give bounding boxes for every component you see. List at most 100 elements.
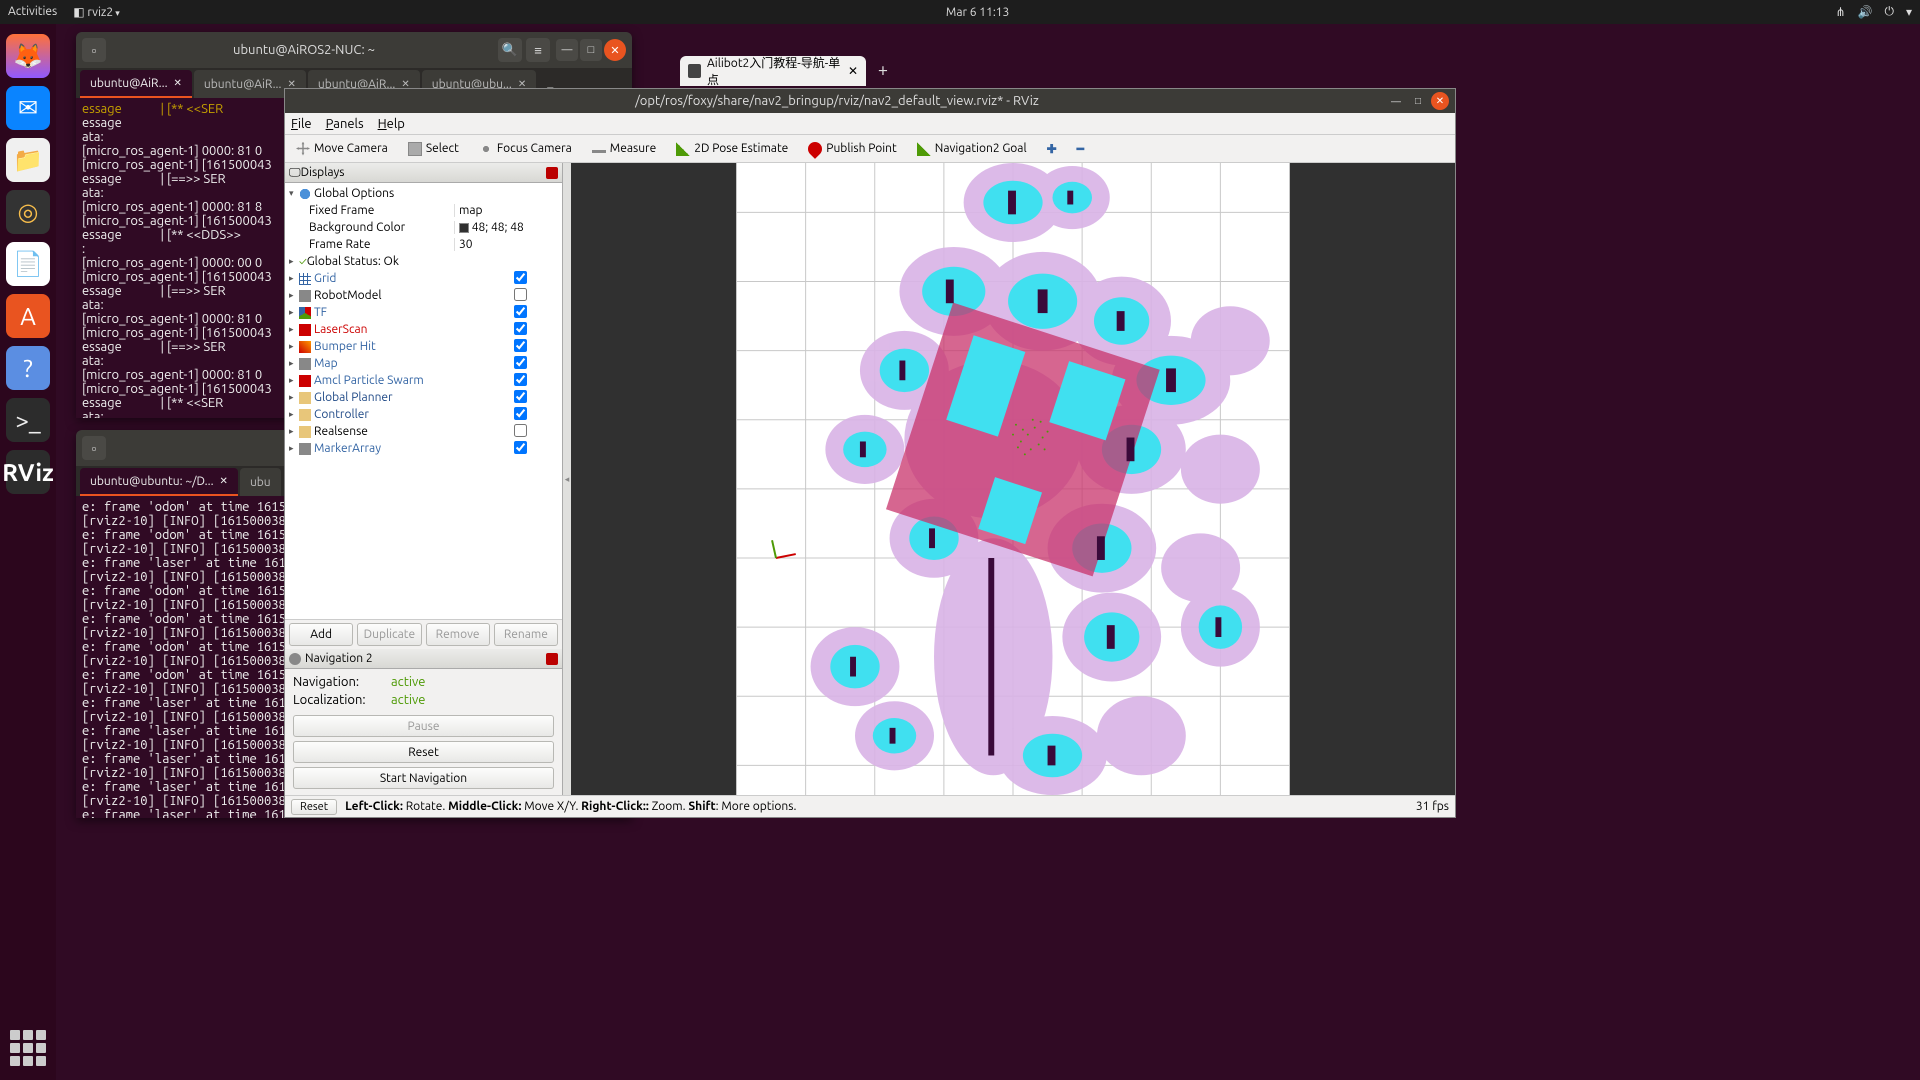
display-checkbox[interactable] [514,288,527,301]
expand-icon[interactable]: ▸ [289,375,299,386]
close-icon[interactable]: ✕ [174,77,182,89]
tree-item[interactable]: Grid [314,272,454,285]
terminal-icon[interactable]: >_ [6,398,50,442]
activities-button[interactable]: Activities [8,5,57,19]
expand-icon[interactable]: ▸ [289,426,299,437]
expand-icon[interactable]: ▾ [289,188,299,199]
new-tab-icon[interactable]: ▫ [82,436,106,460]
thunderbird-icon[interactable]: ✉ [6,86,50,130]
close-button[interactable]: ✕ [604,39,626,61]
browser-tab[interactable]: Ailibot2入门教程-导航-单点 ✕ [680,56,866,86]
rviz-icon[interactable]: RViz [6,450,50,494]
start-navigation-button[interactable]: Start Navigation [293,767,554,789]
menu-panels[interactable]: Panels [326,117,364,131]
tree-item[interactable]: Controller [314,408,454,421]
tree-item[interactable]: RobotModel [314,289,454,302]
display-checkbox[interactable] [514,339,527,352]
terminal-titlebar[interactable]: ▫ ubuntu@AiROS2-NUC: ~ 🔍 ≡ — □ ✕ [76,32,632,68]
tree-item[interactable]: Global Status: Ok [307,255,454,268]
splitter-handle[interactable]: ◂ [563,163,571,795]
ubuntu-software-icon[interactable]: A [6,294,50,338]
navigation2-goal-tool[interactable]: Navigation2 Goal [910,139,1034,159]
sound-icon[interactable]: 🔊 [1858,5,1873,19]
minimize-button[interactable]: — [1387,92,1405,110]
display-checkbox[interactable] [514,407,527,420]
tree-item[interactable]: Global Planner [314,391,454,404]
reset-button[interactable]: Reset [293,741,554,763]
measure-tool[interactable]: Measure [585,139,663,158]
focus-camera-tool[interactable]: Focus Camera [472,139,579,159]
expand-icon[interactable]: ▸ [289,256,299,267]
tree-item[interactable]: Amcl Particle Swarm [314,374,454,387]
menu-help[interactable]: Help [378,117,405,131]
tree-item[interactable]: Background Color [309,221,454,234]
close-button[interactable]: ✕ [1431,92,1449,110]
publish-point-tool[interactable]: Publish Point [801,139,903,159]
tree-item[interactable]: Map [314,357,454,370]
expand-icon[interactable]: ▸ [289,392,299,403]
maximize-button[interactable]: □ [1409,92,1427,110]
display-checkbox[interactable] [514,390,527,403]
terminal-tab[interactable]: ubu [240,468,281,496]
select-tool[interactable]: Select [401,139,466,159]
tree-item[interactable]: Bumper Hit [314,340,454,353]
close-icon[interactable]: ✕ [220,475,228,487]
remove-tool-button[interactable]: ━ [1070,139,1091,159]
nav2-panel-header[interactable]: Navigation 2 [285,649,562,669]
move-camera-tool[interactable]: Move Camera [289,139,395,159]
app-menu[interactable]: ◧ rviz2 [73,5,120,19]
hamburger-icon[interactable]: ≡ [526,38,550,62]
display-checkbox[interactable] [514,441,527,454]
expand-icon[interactable]: ▸ [289,307,299,318]
display-checkbox[interactable] [514,271,527,284]
display-checkbox[interactable] [514,322,527,335]
show-applications-icon[interactable] [6,1026,50,1070]
tree-item[interactable]: TF [314,306,454,319]
maximize-button[interactable]: □ [580,39,602,61]
expand-icon[interactable]: ▸ [289,273,299,284]
tree-item[interactable]: LaserScan [314,323,454,336]
tree-item[interactable]: Frame Rate [309,238,454,251]
expand-icon[interactable]: ▸ [289,324,299,335]
reset-view-button[interactable]: Reset [291,799,337,815]
search-icon[interactable]: 🔍 [498,38,522,62]
tree-value[interactable]: 30 [454,238,562,251]
displays-tree[interactable]: ▾Global Options Fixed Framemap Backgroun… [285,183,562,619]
tree-value[interactable]: 48; 48; 48 [454,221,562,234]
menu-file[interactable]: File [291,117,312,131]
rviz-titlebar[interactable]: /opt/ros/foxy/share/nav2_bringup/rviz/na… [285,89,1455,113]
expand-icon[interactable]: ▸ [289,341,299,352]
display-checkbox[interactable] [514,373,527,386]
expand-icon[interactable]: ▸ [289,409,299,420]
minimize-button[interactable]: — [556,39,578,61]
tree-item[interactable]: Realsense [314,425,454,438]
new-tab-button[interactable]: + [872,60,894,82]
display-checkbox[interactable] [514,424,527,437]
files-icon[interactable]: 📁 [6,138,50,182]
firefox-icon[interactable]: 🦊 [6,34,50,78]
power-icon[interactable]: ⏻ [1884,5,1894,19]
close-icon[interactable]: ✕ [848,64,858,78]
help-icon[interactable]: ? [6,346,50,390]
clock[interactable]: Mar 6 11:13 [120,6,1836,19]
tree-item[interactable]: Global Options [314,187,454,200]
add-tool-button[interactable]: ✚ [1040,139,1064,159]
tree-value[interactable]: map [454,204,562,217]
panel-close-icon[interactable] [546,653,558,665]
displays-panel-header[interactable]: 🖵 Displays [285,163,562,183]
rviz-3d-view[interactable] [571,163,1455,795]
expand-icon[interactable]: ▸ [289,443,299,454]
display-checkbox[interactable] [514,356,527,369]
2d-pose-estimate-tool[interactable]: 2D Pose Estimate [669,139,795,159]
system-menu-caret[interactable]: ▾ [1906,5,1912,19]
new-tab-icon[interactable]: ▫ [82,38,106,62]
expand-icon[interactable]: ▸ [289,290,299,301]
tree-item[interactable]: MarkerArray [314,442,454,455]
rhythmbox-icon[interactable]: ◎ [6,190,50,234]
writer-icon[interactable]: 📄 [6,242,50,286]
terminal-tab[interactable]: ubuntu@AiR...✕ [80,70,192,98]
panel-close-icon[interactable] [546,167,558,179]
display-checkbox[interactable] [514,305,527,318]
expand-icon[interactable]: ▸ [289,358,299,369]
terminal-tab[interactable]: ubuntu@ubuntu: ~/D...✕ [80,468,238,496]
